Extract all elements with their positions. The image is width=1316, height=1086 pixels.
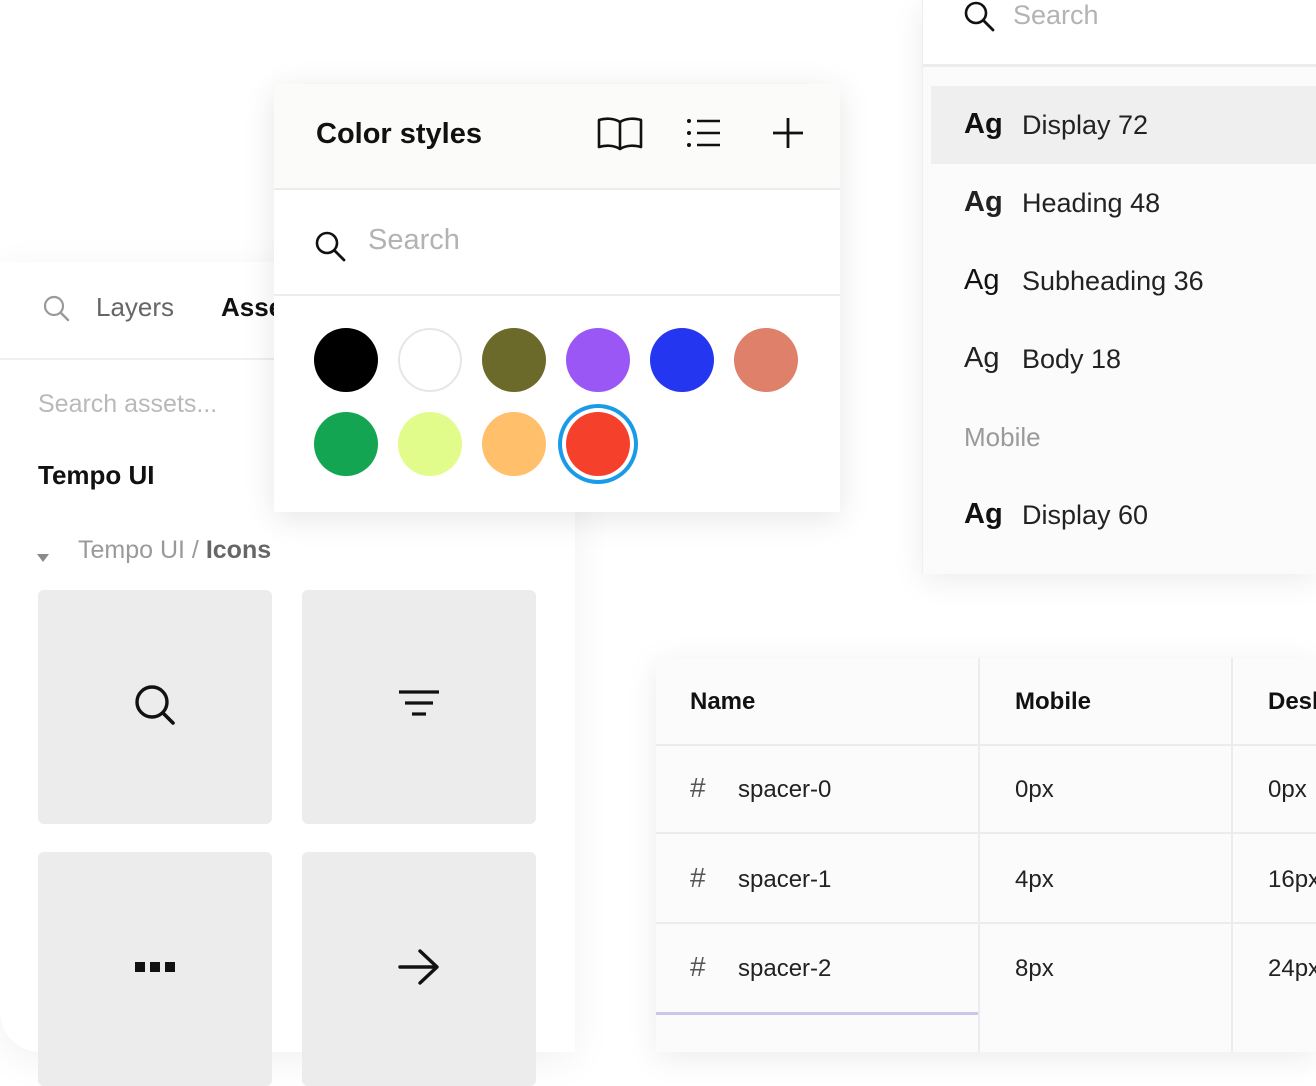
type-sample: Ag [964, 498, 1003, 530]
color-swatch[interactable] [398, 328, 462, 392]
row-divider [656, 832, 1316, 834]
more-icon [134, 960, 176, 978]
color-swatch[interactable] [314, 412, 378, 476]
text-style-name: Display 60 [1022, 500, 1149, 530]
text-style-name: Body 18 [1022, 344, 1122, 374]
text-style-name: Heading 48 [1022, 188, 1161, 218]
column-divider [978, 658, 980, 1052]
cell-mobile: 8px [1015, 955, 1054, 982]
color-swatch[interactable] [314, 328, 378, 392]
row-focus-line [656, 1012, 978, 1015]
header-name: Name [690, 688, 756, 715]
color-styles-panel: Color styles [274, 84, 840, 512]
library-button[interactable] [596, 114, 644, 156]
add-style-button[interactable] [764, 114, 812, 156]
text-style-heading-48[interactable]: Ag Heading 48 [931, 164, 1316, 242]
color-styles-title: Color styles [316, 118, 482, 150]
asset-tile-more[interactable] [38, 852, 272, 1086]
asset-tile-search[interactable] [38, 590, 272, 824]
hash-icon: # [690, 772, 706, 803]
row-divider [656, 744, 1316, 746]
section-label-mobile: Mobile [964, 422, 1041, 452]
text-search-bar [923, 0, 1316, 67]
book-icon [596, 115, 644, 156]
asset-group-path: Tempo UI / Icons [78, 536, 271, 565]
library-title: Tempo UI [38, 460, 155, 490]
cell-mobile: 0px [1015, 776, 1054, 803]
color-swatch[interactable] [482, 412, 546, 476]
color-styles-header: Color styles [274, 84, 840, 190]
text-styles-panel: Ag Display 72 Ag Heading 48 Ag Subheadin… [922, 0, 1316, 574]
hash-icon: # [690, 862, 706, 893]
type-sample: Ag [964, 108, 1003, 140]
color-search-bar [274, 190, 840, 296]
type-sample: Ag [964, 264, 1000, 296]
list-icon [686, 117, 722, 154]
text-style-subheading-36[interactable]: Ag Subheading 36 [931, 242, 1316, 320]
search-icon[interactable] [963, 0, 995, 37]
text-search-input[interactable] [1013, 0, 1293, 31]
cell-desktop: 16px [1268, 866, 1316, 893]
filter-icon [397, 687, 441, 728]
list-view-button[interactable] [680, 114, 728, 156]
color-swatch[interactable] [398, 412, 462, 476]
text-style-body-18[interactable]: Ag Body 18 [931, 320, 1316, 398]
asset-tile-filter[interactable] [302, 590, 536, 824]
tab-layers[interactable]: Layers [96, 292, 174, 323]
header-desktop: Desk [1268, 688, 1316, 715]
search-icon[interactable] [314, 230, 346, 267]
text-style-display-72[interactable]: Ag Display 72 [931, 86, 1316, 164]
cell-desktop: 24px [1268, 955, 1316, 982]
group-path-prefix: Tempo UI / [78, 536, 206, 564]
color-swatch[interactable] [566, 412, 630, 476]
color-swatch[interactable] [566, 328, 630, 392]
row-divider [656, 922, 1316, 924]
cell-name: spacer-2 [738, 955, 832, 982]
color-swatch[interactable] [482, 328, 546, 392]
asset-tile-arrow[interactable] [302, 852, 536, 1086]
search-icon[interactable] [42, 294, 70, 327]
spacing-table: Name Mobile Desk # spacer-0 0px 0px # sp… [656, 658, 1316, 1052]
cell-name: spacer-1 [738, 866, 832, 893]
caret-down-icon[interactable] [36, 542, 50, 571]
text-style-name: Display 72 [1022, 110, 1149, 140]
color-search-input[interactable] [368, 224, 788, 257]
header-mobile: Mobile [1015, 688, 1091, 715]
group-path-name: Icons [205, 536, 272, 564]
plus-icon [772, 117, 804, 154]
type-sample: Ag [964, 342, 1000, 374]
search-icon [132, 682, 178, 733]
arrow-right-icon [397, 947, 441, 992]
search-assets-input[interactable] [38, 390, 278, 419]
color-swatch[interactable] [734, 328, 798, 392]
text-style-name: Subheading 36 [1022, 266, 1204, 296]
cell-name: spacer-0 [738, 776, 832, 803]
text-style-display-60[interactable]: Ag Display 60 [931, 476, 1316, 554]
cell-desktop: 0px [1268, 776, 1307, 803]
hash-icon: # [690, 951, 706, 982]
cell-mobile: 4px [1015, 866, 1054, 893]
column-divider [1231, 658, 1233, 1052]
color-swatch[interactable] [650, 328, 714, 392]
type-sample: Ag [964, 186, 1003, 218]
